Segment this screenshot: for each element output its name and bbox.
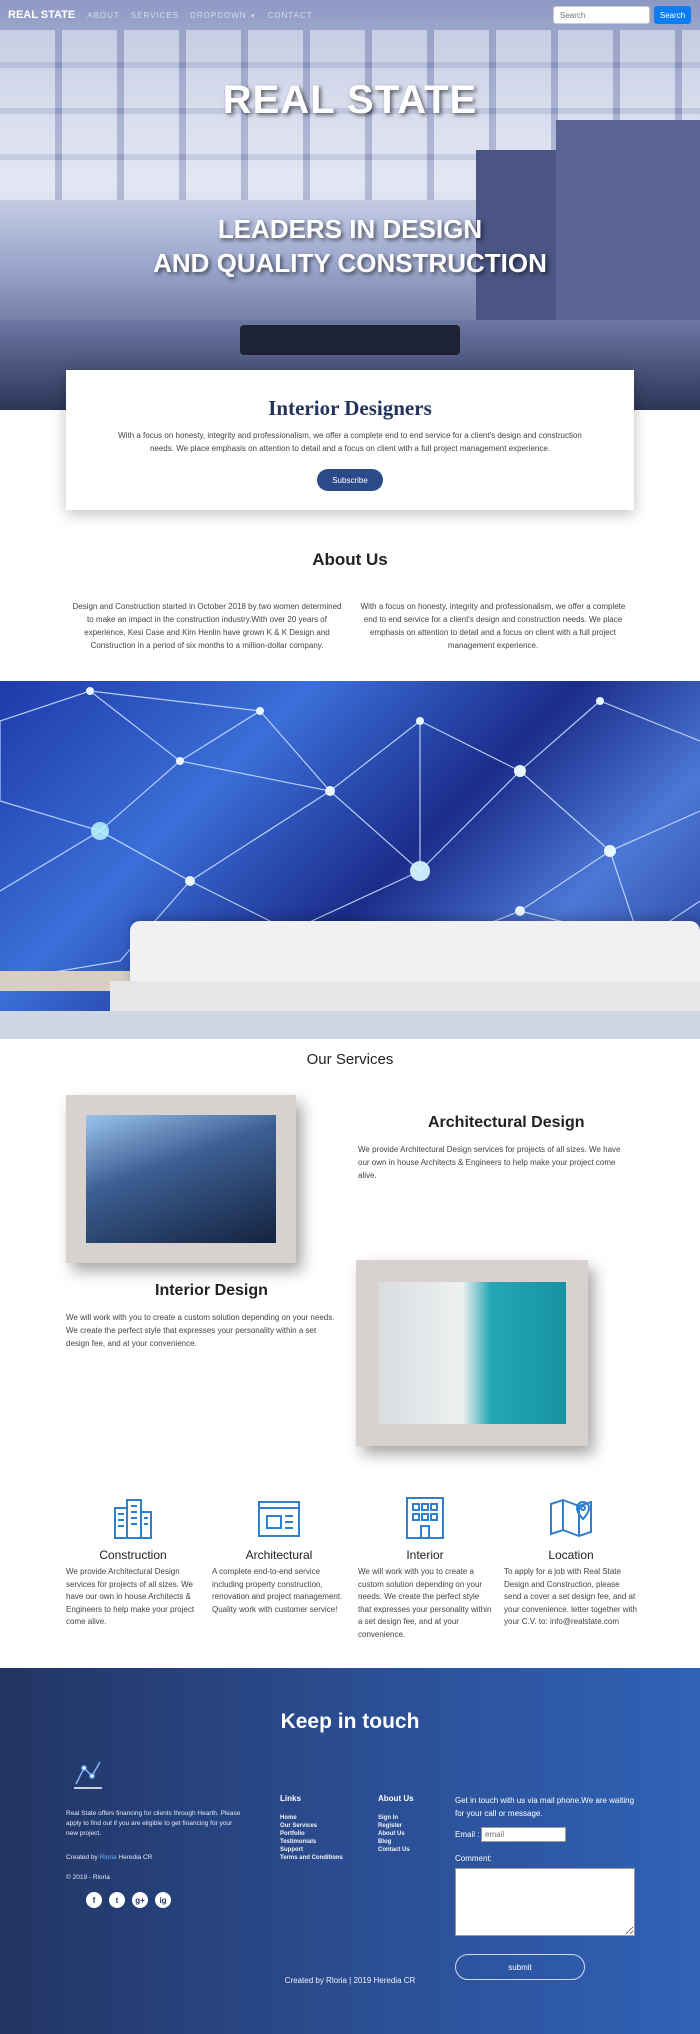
feature-architectural: Architectural A complete end-to-end serv… [212,1494,346,1616]
architectural-image-frame [66,1095,296,1263]
navbar: REAL STATE ABOUT SERVICES DROPDOWN ▼ CONT… [0,0,700,30]
hero-subtitle-line-2: AND QUALITY CONSTRUCTION [153,248,547,278]
map-location-icon [550,1498,592,1538]
skyscrapers-image [86,1115,276,1243]
email-field[interactable] [481,1827,566,1842]
feature-title: Interior [406,1548,444,1562]
email-label: Email : [455,1830,480,1839]
nav-link-dropdown[interactable]: DROPDOWN ▼ [190,11,256,20]
feature-text: We provide Architectural Design services… [66,1567,195,1626]
links-heading: Links [280,1794,301,1803]
feature-title: Construction [99,1548,167,1562]
footer: Keep in touch Real State offers financin… [0,1668,700,2034]
intro-card-title: Interior Designers [268,396,432,420]
feature-title: Location [548,1548,594,1562]
chevron-down-icon: ▼ [249,13,257,20]
logo-icon [74,1761,102,1789]
brand-logo[interactable]: REAL STATE [8,9,75,21]
credit-suffix: Heredia CR [118,1854,153,1861]
about-heading: About Us [378,1794,414,1803]
footer-copyright: © 2019 - Rloria [66,1874,110,1881]
nav-link-about[interactable]: ABOUT [87,11,120,20]
search-button[interactable]: Search [654,6,691,24]
footer-blurb: Real State offers financing for clients … [66,1810,241,1837]
architectural-design-text: We provide Architectural Design services… [358,1145,621,1180]
social-links: f t g+ ig [86,1892,171,1908]
hero-table-image [240,325,460,355]
building-grid-icon [406,1497,444,1539]
hero-subtitle-line-1: LEADERS IN DESIGN [217,214,483,244]
interior-design-text: We will work with you to create a custom… [66,1313,335,1348]
credit-link[interactable]: Rloria [100,1854,117,1861]
about-links-list: Sign In Register About Us Blog Contact U… [378,1814,410,1854]
hero-title: REAL STATE [222,78,478,122]
about-text-right: With a focus on honesty, integrity and p… [360,602,626,650]
twitter-icon[interactable]: t [109,1892,125,1908]
interior-image-frame [356,1260,588,1446]
instagram-icon[interactable]: ig [155,1892,171,1908]
office-interior-image [378,1282,566,1424]
hero-section: REAL STATE LEADERS IN DESIGN AND QUALITY… [0,0,700,410]
nav-link-contact[interactable]: CONTACT [268,11,313,20]
google-plus-icon[interactable]: g+ [132,1892,148,1908]
footer-link-terms[interactable]: Terms and Conditions [280,1854,343,1862]
living-room-banner-image [0,681,700,1039]
footer-link-register[interactable]: Register [378,1822,410,1830]
intro-card: Interior Designers With a focus on hones… [66,370,634,510]
architectural-design-heading: Architectural Design [428,1114,585,1131]
feature-text: We will work with you to create a custom… [358,1567,492,1639]
interior-design-heading: Interior Design [155,1282,268,1299]
facebook-icon[interactable]: f [86,1892,102,1908]
subscribe-button[interactable]: Subscribe [317,469,383,491]
feature-construction: Construction We provide Architectural De… [66,1494,200,1629]
footer-title: Keep in touch [280,1710,420,1733]
services-title: Our Services [306,1051,394,1068]
footer-link-services[interactable]: Our Services [280,1822,343,1830]
comment-textarea[interactable] [455,1868,635,1936]
footer-link-blog[interactable]: Blog [378,1838,410,1846]
nav-dropdown-label: DROPDOWN [190,10,247,20]
footer-link-contact[interactable]: Contact Us [378,1846,410,1854]
footer-link-home[interactable]: Home [280,1814,343,1822]
nav-link-services[interactable]: SERVICES [131,11,179,20]
about-title: About Us [312,550,388,569]
links-list: Home Our Services Portfolio Testimonials… [280,1814,343,1862]
footer-link-testimonials[interactable]: Testimonials [280,1838,343,1846]
feature-title: Architectural [245,1548,313,1562]
feature-interior: Interior We will work with you to create… [358,1494,492,1641]
footer-credit: Created by Rloria Heredia CR [66,1854,152,1861]
footer-bottom-credit: Created by Rloria | 2019 Heredia CR [284,1976,416,1985]
credit-prefix: Created by [66,1854,98,1861]
blueprint-icon [258,1501,300,1537]
floor-image [0,1011,700,1039]
search-input[interactable] [553,6,650,24]
footer-link-support[interactable]: Support [280,1846,343,1854]
contact-intro: Get in touch with us via mail phone.We a… [455,1796,635,1818]
feature-text: A complete end-to-end service including … [212,1567,343,1614]
comment-label: Comment: [455,1854,492,1863]
intro-card-text: With a focus on honesty, integrity and p… [118,431,582,453]
footer-link-portfolio[interactable]: Portfolio [280,1830,343,1838]
buildings-icon [114,1499,152,1539]
hero-subtitle: LEADERS IN DESIGN AND QUALITY CONSTRUCTI… [0,212,700,280]
footer-link-signin[interactable]: Sign In [378,1814,410,1822]
about-text-left: Design and Construction started in Octob… [72,602,342,650]
feature-text: To apply for a job with Real State Desig… [504,1567,637,1626]
footer-link-about[interactable]: About Us [378,1830,410,1838]
feature-location: Location To apply for a job with Real St… [504,1494,638,1629]
